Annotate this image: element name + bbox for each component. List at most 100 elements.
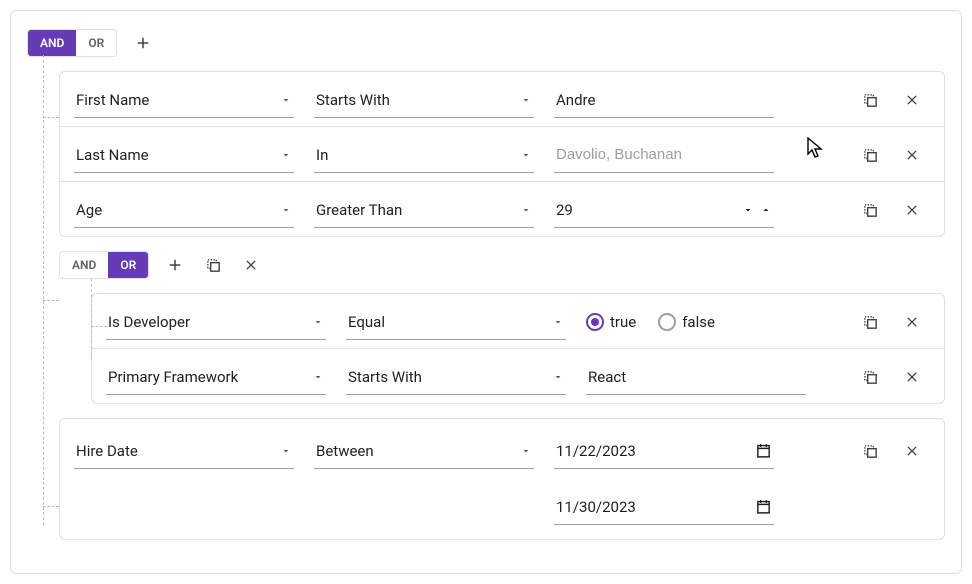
value-text: React: [588, 368, 804, 386]
tree-line: [43, 55, 44, 525]
row-actions: [858, 88, 930, 112]
close-icon[interactable]: [900, 88, 924, 112]
copy-icon[interactable]: [858, 143, 882, 167]
radio-false[interactable]: false: [658, 313, 715, 331]
tree-line: [43, 506, 59, 507]
close-icon[interactable]: [900, 310, 924, 334]
chevron-down-icon: [520, 94, 532, 106]
field-select[interactable]: First Name: [74, 82, 294, 118]
operator-select[interactable]: Equal: [346, 304, 566, 340]
operator-select[interactable]: Greater Than: [314, 192, 534, 228]
rule-row-hire-date: Hire Date Between 11/22/2023 11/30/2023: [60, 419, 944, 539]
add-rule-icon[interactable]: [163, 253, 187, 277]
nested-group: AND OR Is Developer Equal: [59, 251, 945, 404]
field-select[interactable]: Last Name: [74, 137, 294, 173]
operator-select[interactable]: Starts With: [314, 82, 534, 118]
rule-row-is-developer: Is Developer Equal true false: [92, 294, 944, 348]
toggle-and-button[interactable]: AND: [60, 252, 108, 278]
operator-label: In: [316, 146, 520, 164]
chevron-down-icon: [280, 204, 292, 216]
operator-label: Starts With: [316, 91, 520, 109]
chevron-down-icon: [520, 445, 532, 457]
field-select[interactable]: Hire Date: [74, 433, 294, 469]
query-builder-root: AND OR First Name Starts With Andre: [10, 10, 962, 574]
row-actions: [858, 198, 930, 222]
copy-icon[interactable]: [858, 88, 882, 112]
radio-true-label: true: [610, 313, 636, 331]
nested-group-header: AND OR: [59, 251, 945, 279]
copy-icon[interactable]: [858, 310, 882, 334]
chevron-down-icon: [520, 204, 532, 216]
toggle-and-button[interactable]: AND: [28, 30, 76, 56]
value-text: 29: [556, 201, 736, 219]
nested-condition-toggle: AND OR: [59, 251, 149, 279]
chevron-down-icon: [280, 149, 292, 161]
close-icon[interactable]: [900, 365, 924, 389]
chevron-down-icon: [280, 445, 292, 457]
date-end-value: 11/30/2023: [556, 498, 755, 516]
field-label: Primary Framework: [108, 368, 312, 386]
chevron-down-icon: [552, 371, 564, 383]
boolean-radio-group: true false: [586, 304, 806, 340]
chevron-down-icon: [312, 316, 324, 328]
operator-label: Equal: [348, 313, 552, 331]
value-input[interactable]: [554, 137, 774, 173]
radio-true[interactable]: true: [586, 313, 636, 331]
close-icon[interactable]: [900, 143, 924, 167]
field-label: Hire Date: [76, 442, 280, 460]
chevron-down-icon: [280, 94, 292, 106]
rule-row-age: Age Greater Than 29: [60, 181, 944, 236]
value-input[interactable]: Andre: [554, 82, 774, 118]
chevron-down-icon: [520, 149, 532, 161]
date-rule-container: Hire Date Between 11/22/2023 11/30/2023: [59, 418, 945, 540]
toggle-or-button[interactable]: OR: [76, 30, 116, 56]
operator-label: Between: [316, 442, 520, 460]
field-label: Is Developer: [108, 313, 312, 331]
field-select[interactable]: Age: [74, 192, 294, 228]
number-input[interactable]: 29: [554, 192, 774, 228]
operator-select[interactable]: Between: [314, 433, 534, 469]
row-actions: [858, 310, 930, 334]
close-icon[interactable]: [239, 253, 263, 277]
date-start-input[interactable]: 11/22/2023: [554, 433, 774, 469]
radio-checked-icon: [586, 313, 604, 331]
field-select[interactable]: Is Developer: [106, 304, 326, 340]
add-rule-icon[interactable]: [131, 31, 155, 55]
root-group-header: AND OR: [27, 29, 945, 57]
calendar-icon[interactable]: [755, 442, 772, 459]
operator-select[interactable]: In: [314, 137, 534, 173]
row-actions: [858, 143, 930, 167]
field-select[interactable]: Primary Framework: [106, 359, 326, 395]
rule-row-primary-framework: Primary Framework Starts With React: [92, 348, 944, 403]
calendar-icon[interactable]: [755, 498, 772, 515]
date-range-stack: 11/22/2023 11/30/2023: [554, 433, 774, 525]
root-condition-toggle: AND OR: [27, 29, 117, 57]
rule-row-last-name: Last Name In: [60, 126, 944, 181]
radio-unchecked-icon: [658, 313, 676, 331]
close-icon[interactable]: [900, 198, 924, 222]
nested-rules-container: Is Developer Equal true false: [91, 293, 945, 404]
copy-icon[interactable]: [201, 253, 225, 277]
rule-row-first-name: First Name Starts With Andre: [60, 72, 944, 126]
tree-line: [43, 300, 59, 301]
value-input[interactable]: React: [586, 359, 806, 395]
tree-line: [43, 117, 59, 118]
chevron-down-icon[interactable]: [742, 204, 754, 216]
root-rules-container: First Name Starts With Andre Last Name: [59, 71, 945, 237]
row-actions: [858, 439, 930, 463]
date-end-input[interactable]: 11/30/2023: [554, 489, 774, 525]
operator-select[interactable]: Starts With: [346, 359, 566, 395]
chevron-down-icon: [552, 316, 564, 328]
close-icon[interactable]: [900, 439, 924, 463]
copy-icon[interactable]: [858, 365, 882, 389]
field-label: Last Name: [76, 146, 280, 164]
chevron-up-icon[interactable]: [760, 204, 772, 216]
radio-false-label: false: [682, 313, 715, 331]
toggle-or-button[interactable]: OR: [108, 252, 148, 278]
copy-icon[interactable]: [858, 439, 882, 463]
date-start-value: 11/22/2023: [556, 442, 755, 460]
operator-label: Starts With: [348, 368, 552, 386]
field-label: First Name: [76, 91, 280, 109]
field-label: Age: [76, 201, 280, 219]
copy-icon[interactable]: [858, 198, 882, 222]
